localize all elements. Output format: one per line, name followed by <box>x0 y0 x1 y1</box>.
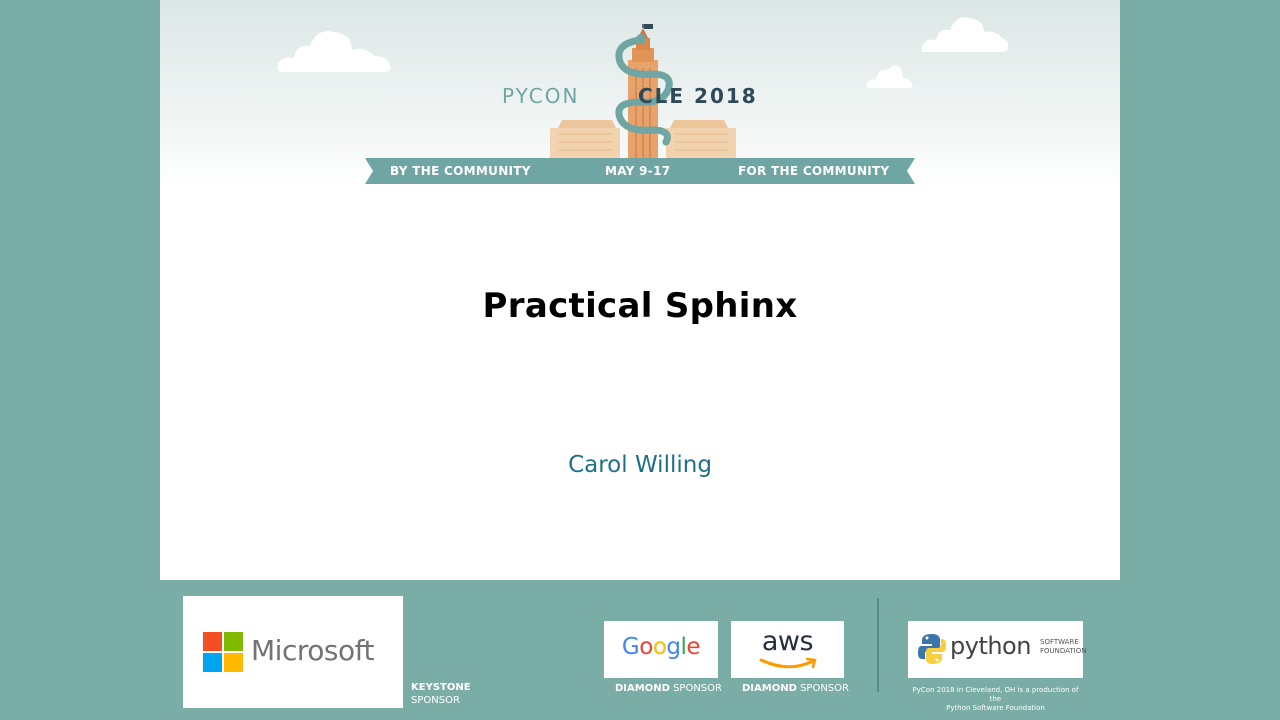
cloud-icon <box>276 26 392 74</box>
keystone-sponsor-caption: KEYSTONE SPONSOR <box>411 681 471 707</box>
ribbon-for-the-community: FOR THE COMMUNITY <box>738 164 890 178</box>
brand-cle-2018: CLE 2018 <box>638 84 758 108</box>
cloud-icon <box>920 14 1010 54</box>
microsoft-logo-icon <box>203 632 243 672</box>
microsoft-sponsor-logo: Microsoft <box>183 596 403 708</box>
psf-logo: python SOFTWARE FOUNDATION <box>908 621 1087 678</box>
slide-panel: PYCON CLE 2018 BY THE COMMUNITY MAY 9-17… <box>160 0 1120 580</box>
psf-note-line-1: PyCon 2018 in Cleveland, OH is a product… <box>912 686 1079 703</box>
date-ribbon: BY THE COMMUNITY MAY 9-17 FOR THE COMMUN… <box>365 158 915 184</box>
aws-sponsor-logo: aws <box>731 621 844 678</box>
sponsor-label: SPONSOR <box>669 683 722 694</box>
psf-note-line-2: Python Software Foundation <box>946 704 1045 712</box>
psf-software-label: SOFTWARE <box>1040 638 1079 646</box>
aws-smile-icon <box>759 657 817 669</box>
keystone-label: KEYSTONE <box>411 682 471 693</box>
sponsor-label: SPONSOR <box>411 695 460 706</box>
video-frame: PYCON CLE 2018 BY THE COMMUNITY MAY 9-17… <box>0 0 1280 720</box>
google-sponsor-logo: Google <box>604 621 718 678</box>
psf-foundation-label: FOUNDATION <box>1040 647 1087 655</box>
microsoft-wordmark: Microsoft <box>251 634 374 667</box>
google-wordmark: Google <box>621 634 701 660</box>
talk-title: Practical Sphinx <box>482 286 798 326</box>
ribbon-by-the-community: BY THE COMMUNITY <box>390 164 531 178</box>
google-diamond-caption: DIAMOND SPONSOR <box>615 682 722 695</box>
speaker-name: Carol Willing <box>568 452 712 478</box>
sponsor-label: SPONSOR <box>796 683 849 694</box>
psf-production-note: PyCon 2018 in Cleveland, OH is a product… <box>908 686 1083 713</box>
diamond-label: DIAMOND <box>615 683 670 694</box>
aws-diamond-caption: DIAMOND SPONSOR <box>742 682 849 695</box>
diamond-label: DIAMOND <box>742 683 797 694</box>
python-logo-icon <box>918 634 946 664</box>
sponsor-divider <box>877 598 879 692</box>
aws-wordmark: aws <box>761 626 814 657</box>
python-wordmark: python <box>950 632 1031 660</box>
cloud-icon <box>866 60 914 90</box>
ribbon-dates: MAY 9-17 <box>605 164 671 178</box>
brand-pycon: PYCON <box>502 84 580 108</box>
